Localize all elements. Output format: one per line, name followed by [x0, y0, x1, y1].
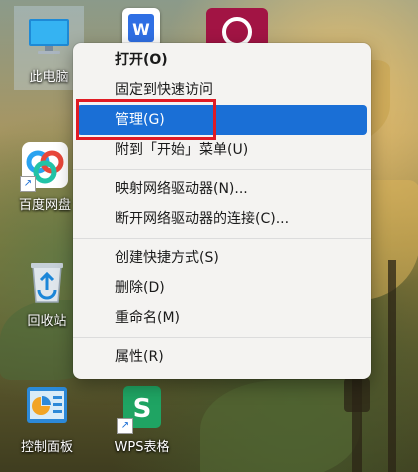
menu-item-rename[interactable]: 重命名(M)	[77, 303, 367, 333]
menu-item-pin-to-start[interactable]: 附到「开始」菜单(U)	[77, 135, 367, 165]
menu-item-delete[interactable]: 删除(D)	[77, 273, 367, 303]
desktop-icon-label: 百度网盘	[18, 198, 71, 213]
wallpaper-post	[388, 260, 396, 472]
control-panel-icon	[24, 384, 70, 430]
app-record-icon[interactable]	[206, 8, 268, 48]
svg-text:S: S	[133, 394, 152, 424]
menu-item-create-shortcut[interactable]: 创建快捷方式(S)	[77, 243, 367, 273]
wallpaper-lantern	[344, 378, 370, 412]
menu-item-open[interactable]: 打开(O)	[77, 45, 367, 75]
menu-separator	[73, 169, 371, 170]
desktop-icon-label: 回收站	[27, 314, 67, 329]
menu-separator	[73, 337, 371, 338]
monitor-icon	[26, 14, 72, 60]
recycle-bin-icon	[24, 258, 70, 304]
menu-item-manage[interactable]: 管理(G)	[77, 105, 367, 135]
desktop-icon-label: 控制面板	[20, 440, 73, 455]
menu-item-pin-quick-access[interactable]: 固定到快速访问	[77, 75, 367, 105]
desktop-icon-wps-sheets[interactable]: S ↗ WPS表格	[107, 384, 177, 455]
menu-item-map-network-drive[interactable]: 映射网络驱动器(N)...	[77, 174, 367, 204]
desktop-wallpaper: W 此电脑 ↗ 百度网盘 回收站 控制面板 S ↗ WPS表格 打开(O) 固定…	[0, 0, 418, 472]
svg-text:W: W	[132, 20, 150, 39]
baidu-netdisk-icon: ↗	[20, 142, 68, 192]
desktop-icon-label: WPS表格	[114, 440, 170, 455]
menu-item-properties[interactable]: 属性(R)	[77, 342, 367, 372]
wps-sheets-icon: S ↗	[117, 384, 165, 434]
desktop-icon-control-panel[interactable]: 控制面板	[12, 384, 82, 455]
shortcut-arrow-icon: ↗	[20, 176, 36, 192]
desktop-icon-recycle-bin[interactable]: 回收站	[12, 258, 82, 329]
desktop-icon-baidu-netdisk[interactable]: ↗ 百度网盘	[10, 142, 80, 213]
menu-separator	[73, 238, 371, 239]
shortcut-arrow-icon: ↗	[117, 418, 133, 434]
menu-item-disconnect-network-drive[interactable]: 断开网络驱动器的连接(C)...	[77, 204, 367, 234]
context-menu: 打开(O) 固定到快速访问 管理(G) 附到「开始」菜单(U) 映射网络驱动器(…	[73, 43, 371, 379]
wps-writer-icon[interactable]: W	[122, 8, 160, 48]
wallpaper-leaf	[200, 380, 360, 472]
